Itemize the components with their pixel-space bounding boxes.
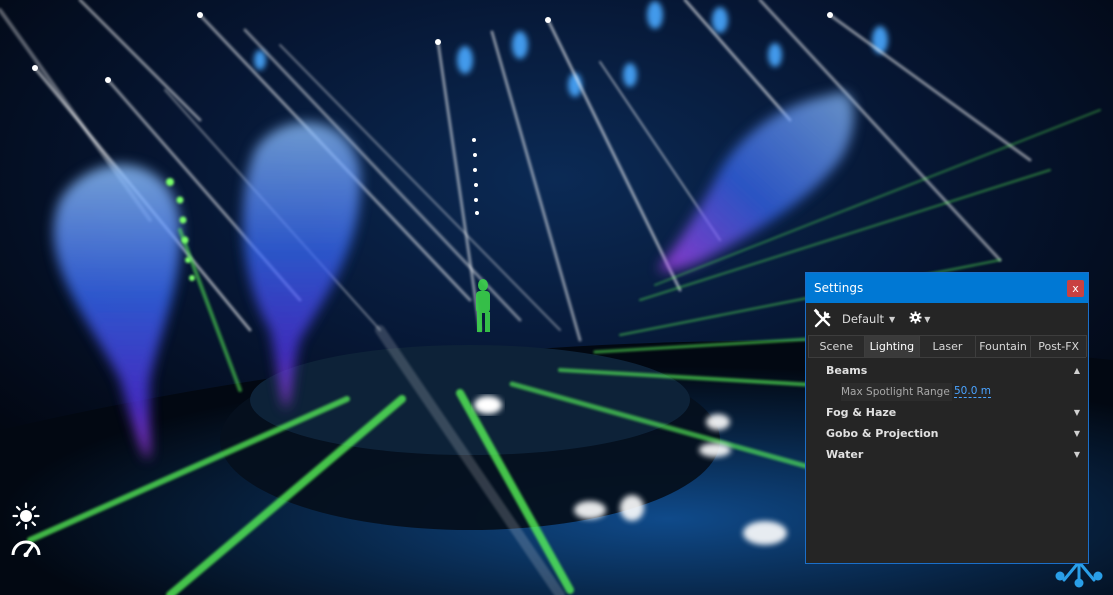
chevron-down-icon: ▼ [889,314,896,324]
chevron-down-icon: ▼ [1073,450,1080,459]
section-beams[interactable]: Beams ▲ [806,360,1088,381]
tab-lighting[interactable]: Lighting [863,335,921,357]
chevron-up-icon: ▲ [1073,366,1080,375]
settings-toolbar: Default ▼ ▼ [806,303,1088,335]
section-gobo-projection[interactable]: Gobo & Projection ▼ [806,423,1088,444]
tab-laser[interactable]: Laser [919,335,976,357]
prop-label: Max Spotlight Range [841,382,952,401]
tab-fountain[interactable]: Fountain [974,335,1032,357]
prop-max-spotlight-range: Max Spotlight Range 50.0 m [806,381,1088,402]
section-fog-haze[interactable]: Fog & Haze ▼ [806,402,1088,423]
max-spotlight-range-input[interactable]: 50.0 m [954,385,991,398]
tab-scene[interactable]: Scene [808,335,865,357]
close-button[interactable]: x [1067,279,1084,297]
chevron-down-icon: ▼ [1073,408,1080,417]
gear-dropdown[interactable]: ▼ [909,311,930,327]
section-beams-label: Beams [826,364,868,377]
tab-post-fx[interactable]: Post-FX [1030,335,1087,357]
settings-title: Settings [814,281,864,295]
chevron-down-icon: ▼ [924,314,931,324]
section-gobo-projection-label: Gobo & Projection [826,427,939,440]
section-water-label: Water [826,448,864,461]
preset-label: Default [842,312,885,326]
gear-icon [909,311,922,327]
preset-dropdown[interactable]: Default ▼ [842,312,895,326]
settings-panel: Settings x Default ▼ ▼ Scene Lighting La… [805,272,1089,564]
section-water[interactable]: Water ▼ [806,444,1088,465]
tools-icon [812,308,834,330]
settings-sections: Beams ▲ Max Spotlight Range 50.0 m Fog &… [806,358,1088,465]
gauge-icon[interactable] [10,535,42,558]
section-fog-haze-label: Fog & Haze [826,406,897,419]
settings-tabs: Scene Lighting Laser Fountain Post-FX [808,335,1087,358]
sun-icon[interactable] [12,502,40,530]
chevron-down-icon: ▼ [1073,429,1080,438]
settings-titlebar[interactable]: Settings x [806,273,1088,303]
